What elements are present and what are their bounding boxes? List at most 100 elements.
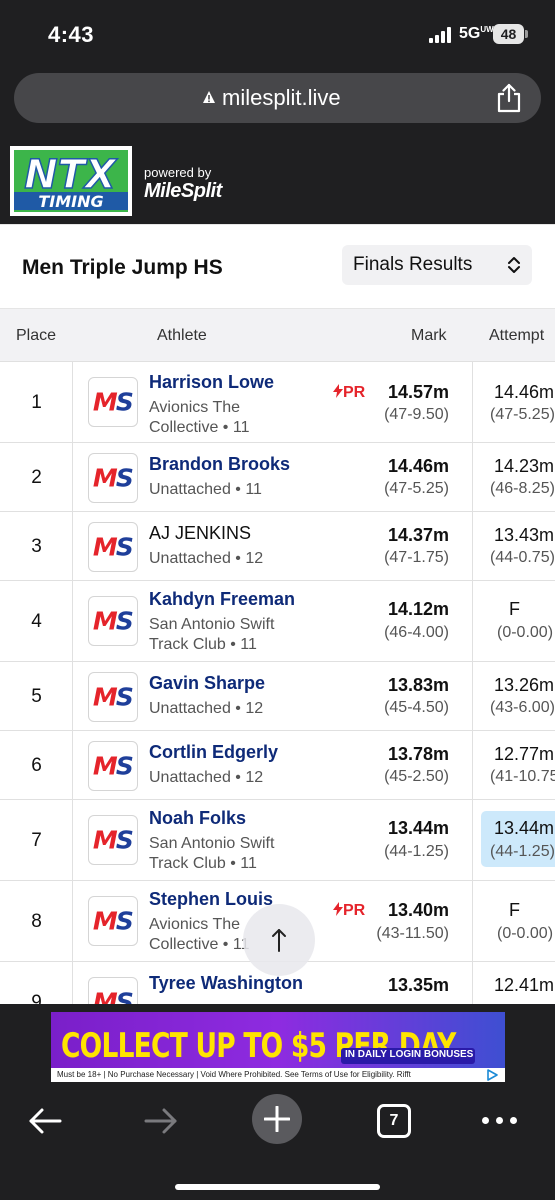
place-cell: 2 <box>0 443 73 511</box>
table-row[interactable]: 7 MS Noah Folks San Antonio Swift Track … <box>0 800 555 881</box>
address-bar[interactable]: milesplit.live <box>14 73 541 123</box>
attempt-cell: 13.44m (44-1.25) <box>472 800 555 880</box>
table-row[interactable]: 3 MS AJ JENKINS Unattached • 12 14.37m (… <box>0 512 555 581</box>
table-row[interactable]: 5 MS Gavin Sharpe Unattached • 12 13.83m… <box>0 662 555 731</box>
plus-icon <box>264 1106 290 1132</box>
ad-banner[interactable]: COLLECT UP TO $5 PER DAY IN DAILY LOGIN … <box>51 1012 505 1082</box>
place-cell: 7 <box>0 800 73 880</box>
ad-choices-icon[interactable] <box>481 1069 503 1081</box>
mark-imperial: (44-1.25) <box>384 843 449 860</box>
place-cell: 8 <box>0 881 73 961</box>
attempt-imperial: (47-5.25) <box>490 406 555 423</box>
header-attempt[interactable]: Attempt <box>489 327 544 345</box>
athlete-team: San Antonio Swift <box>149 616 275 633</box>
svg-text:M: M <box>93 388 118 417</box>
lightning-icon <box>333 384 343 398</box>
milesplit-logo[interactable]: MileSplit <box>144 180 222 203</box>
milesplit-ms-icon: MS <box>88 896 138 946</box>
cellular-signal-icon <box>429 27 453 43</box>
ad-subheadline: IN DAILY LOGIN BONUSES <box>345 1049 474 1060</box>
header-mark[interactable]: Mark <box>411 327 447 345</box>
results-type-select[interactable]: Finals Results <box>342 245 532 285</box>
athlete-name-link[interactable]: Noah Folks <box>149 808 246 829</box>
svg-text:M: M <box>93 988 118 1004</box>
attempt-metric: F <box>509 599 520 619</box>
athlete-team: Unattached • 11 <box>149 481 262 498</box>
athlete-name-link[interactable]: Brandon Brooks <box>149 454 290 475</box>
athlete-team-line2: Collective • 11 <box>149 936 250 953</box>
athlete-team-line2: Track Club • 11 <box>149 636 257 653</box>
share-icon[interactable] <box>496 83 522 113</box>
attempt-cell: 14.23m (46-8.25) <box>472 443 555 511</box>
svg-text:M: M <box>93 683 118 712</box>
table-row[interactable]: 6 MS Cortlin Edgerly Unattached • 12 13.… <box>0 731 555 800</box>
url-text: milesplit.live <box>222 85 341 110</box>
browser-toolbar: 7 <box>0 1090 555 1200</box>
athlete-team: Unattached • 12 <box>149 769 264 786</box>
results-table[interactable]: Place Athlete Mark Attempt 1 MS Harrison… <box>0 308 555 1004</box>
header-place[interactable]: Place <box>16 327 56 345</box>
powered-by-label: powered by <box>144 165 212 180</box>
athlete-name-link[interactable]: Harrison Lowe <box>149 372 274 393</box>
svg-text:S: S <box>116 464 134 493</box>
lightning-icon <box>333 902 343 916</box>
place-number: 9 <box>31 992 42 1004</box>
home-indicator <box>175 1184 380 1190</box>
attempt-imperial: (0-0.00) <box>497 925 554 942</box>
forward-arrow-icon[interactable] <box>144 1106 178 1136</box>
back-arrow-icon[interactable] <box>28 1106 62 1136</box>
athlete-name-link[interactable]: Cortlin Edgerly <box>149 742 278 763</box>
milesplit-ms-icon: MS <box>88 377 138 427</box>
mark-imperial: (46-4.00) <box>384 624 449 641</box>
ad-fine-print-bar: Must be 18+ | No Purchase Necessary | Vo… <box>51 1068 505 1082</box>
new-tab-button[interactable] <box>252 1094 302 1144</box>
more-icon[interactable] <box>482 1117 518 1125</box>
attempt-metric: F <box>509 900 520 920</box>
attempt-metric: 14.46m <box>494 382 555 402</box>
mark-imperial: (47-1.75) <box>384 549 449 566</box>
svg-text:S: S <box>116 988 134 1004</box>
header-athlete[interactable]: Athlete <box>157 327 207 345</box>
place-cell: 5 <box>0 662 73 730</box>
svg-text:TIMING: TIMING <box>38 192 103 211</box>
tabs-button[interactable]: 7 <box>377 1104 411 1138</box>
status-bar: 4:43 5GUW 48 <box>0 0 555 70</box>
attempt-cell: 14.46m (47-5.25) <box>472 362 555 442</box>
table-row[interactable]: 4 MS Kahdyn Freeman San Antonio Swift Tr… <box>0 581 555 662</box>
arrow-up-icon <box>272 929 286 952</box>
athlete-name-link[interactable]: Stephen Louis <box>149 889 273 910</box>
table-row[interactable]: 1 MS Harrison Lowe Avionics The Collecti… <box>0 362 555 443</box>
mark-imperial: (43-11.50) <box>376 925 449 942</box>
svg-text:M: M <box>93 826 118 855</box>
scroll-to-top-button[interactable] <box>243 904 315 976</box>
place-cell: 9 <box>0 962 73 1004</box>
pr-badge: PR <box>333 902 365 920</box>
athlete-team-line2: Track Club • 11 <box>149 855 257 872</box>
athlete-name-link[interactable]: Gavin Sharpe <box>149 673 265 694</box>
milesplit-ms-icon: MS <box>88 596 138 646</box>
battery-cap <box>525 30 528 38</box>
mark-metric: 13.83m <box>387 675 449 695</box>
place-number: 5 <box>31 686 42 707</box>
svg-text:M: M <box>93 464 118 493</box>
mark-metric: 13.78m <box>387 744 449 764</box>
place-cell: 6 <box>0 731 73 799</box>
athlete-name: AJ JENKINS <box>149 523 252 543</box>
table-row[interactable]: 2 MS Brandon Brooks Unattached • 11 14.4… <box>0 443 555 512</box>
athlete-name-link[interactable]: Kahdyn Freeman <box>149 589 295 610</box>
mark-imperial: (47-5.25) <box>384 480 449 497</box>
athlete-team: Unattached • 12 <box>149 700 264 717</box>
place-number: 3 <box>31 536 42 557</box>
mark-metric: 14.46m <box>387 456 449 476</box>
athlete-team-line2: Collective • 11 <box>149 419 250 436</box>
attempt-cell: F (0-0.00) <box>472 881 555 961</box>
attempt-cell: 13.43m (44-0.75) <box>472 512 555 580</box>
place-cell: 3 <box>0 512 73 580</box>
svg-text:M: M <box>93 607 118 636</box>
ntx-timing-logo[interactable]: NTX TIMING <box>10 146 132 216</box>
milesplit-ms-icon: MS <box>88 453 138 503</box>
attempt-imperial: (41-10.75) <box>490 768 555 785</box>
pr-badge: PR <box>333 384 365 402</box>
place-number: 4 <box>31 611 42 632</box>
athlete-name-link[interactable]: Tyree Washington <box>149 973 303 994</box>
